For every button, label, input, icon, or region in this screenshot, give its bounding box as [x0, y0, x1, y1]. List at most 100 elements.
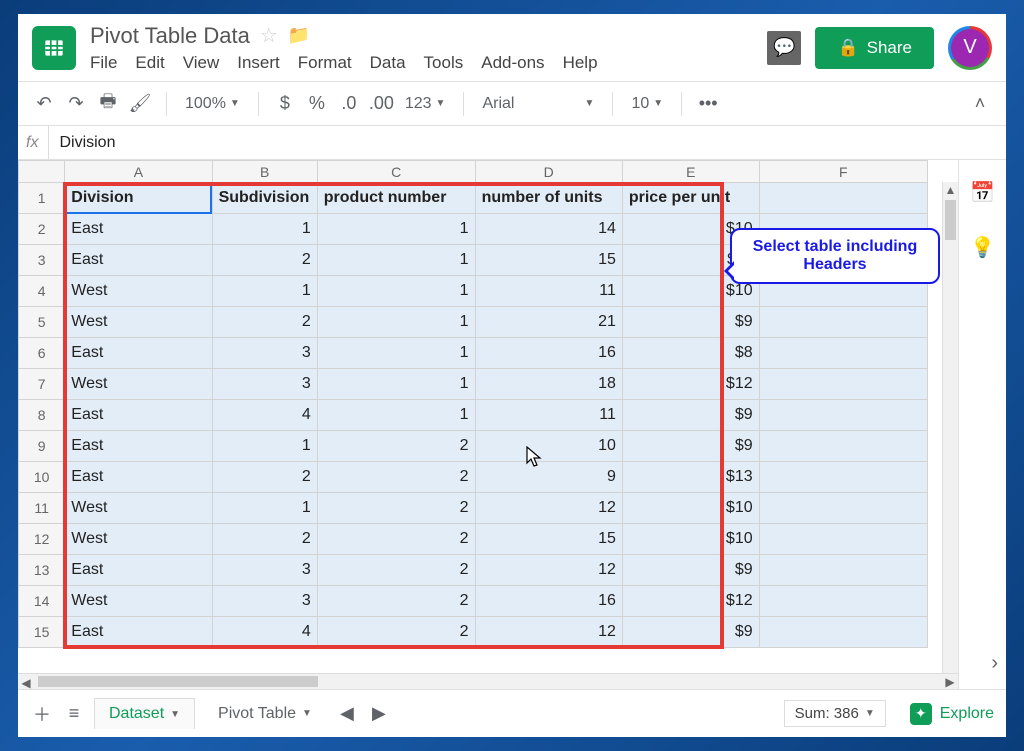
- cell[interactable]: [759, 555, 927, 586]
- row-header-4[interactable]: 4: [19, 276, 65, 307]
- row-header-6[interactable]: 6: [19, 338, 65, 369]
- menu-edit[interactable]: Edit: [135, 53, 164, 73]
- number-format-select[interactable]: 123▼: [401, 95, 450, 113]
- collapse-toolbar-button[interactable]: ˄: [968, 93, 992, 114]
- cell[interactable]: [759, 617, 927, 648]
- cell[interactable]: 11: [475, 276, 622, 307]
- cell[interactable]: East: [65, 462, 212, 493]
- fx-icon[interactable]: fx: [26, 134, 38, 152]
- row-header-3[interactable]: 3: [19, 245, 65, 276]
- cell[interactable]: 15: [475, 524, 622, 555]
- quick-sum-display[interactable]: Sum: 386▼: [784, 700, 886, 727]
- formula-input[interactable]: Division: [48, 126, 998, 159]
- column-header-E[interactable]: E: [622, 161, 759, 183]
- cell[interactable]: 2: [317, 555, 475, 586]
- cell[interactable]: West: [65, 307, 212, 338]
- cell[interactable]: Subdivision: [212, 183, 317, 214]
- calendar-icon[interactable]: 📅: [970, 180, 995, 205]
- cell[interactable]: East: [65, 431, 212, 462]
- font-size-select[interactable]: 10▼: [627, 95, 667, 113]
- row-header-15[interactable]: 15: [19, 617, 65, 648]
- row-header-7[interactable]: 7: [19, 369, 65, 400]
- vertical-scrollbar[interactable]: ▲▼: [942, 182, 958, 689]
- cell[interactable]: $8: [622, 338, 759, 369]
- menu-help[interactable]: Help: [563, 53, 598, 73]
- column-header-F[interactable]: F: [759, 161, 927, 183]
- cell[interactable]: [759, 183, 927, 214]
- cell[interactable]: [759, 431, 927, 462]
- next-sheet-button[interactable]: ▶: [367, 703, 391, 724]
- row-header-1[interactable]: 1: [19, 183, 65, 214]
- menu-insert[interactable]: Insert: [237, 53, 280, 73]
- cell[interactable]: [759, 400, 927, 431]
- cell[interactable]: $9: [622, 400, 759, 431]
- percent-button[interactable]: %: [305, 93, 329, 114]
- cell[interactable]: $9: [622, 617, 759, 648]
- column-header-B[interactable]: B: [212, 161, 317, 183]
- cell[interactable]: 12: [475, 617, 622, 648]
- horizontal-scrollbar[interactable]: ◀▶: [18, 673, 958, 689]
- cell[interactable]: [759, 307, 927, 338]
- sheet-tab-dataset[interactable]: Dataset▼: [94, 698, 195, 729]
- cell[interactable]: 2: [317, 493, 475, 524]
- row-header-12[interactable]: 12: [19, 524, 65, 555]
- row-header-5[interactable]: 5: [19, 307, 65, 338]
- row-header-2[interactable]: 2: [19, 214, 65, 245]
- prev-sheet-button[interactable]: ◀: [335, 703, 359, 724]
- cell[interactable]: 1: [212, 431, 317, 462]
- cell[interactable]: [759, 462, 927, 493]
- cell[interactable]: 1: [212, 276, 317, 307]
- star-icon[interactable]: ☆: [260, 23, 278, 48]
- cell[interactable]: 1: [317, 307, 475, 338]
- column-header-D[interactable]: D: [475, 161, 622, 183]
- cell[interactable]: 18: [475, 369, 622, 400]
- cell[interactable]: 2: [317, 462, 475, 493]
- cell[interactable]: 1: [212, 214, 317, 245]
- share-button[interactable]: 🔒 Share: [815, 27, 934, 69]
- print-button[interactable]: 🖶: [96, 89, 120, 119]
- cell[interactable]: 1: [317, 214, 475, 245]
- cell[interactable]: 3: [212, 369, 317, 400]
- cell[interactable]: West: [65, 586, 212, 617]
- spreadsheet-grid[interactable]: A B C D E F 1DivisionSubdivisionproduct …: [18, 160, 958, 689]
- explore-button[interactable]: ✦ Explore: [910, 703, 994, 725]
- cell[interactable]: 2: [317, 431, 475, 462]
- cell[interactable]: 16: [475, 586, 622, 617]
- redo-button[interactable]: ↷: [64, 93, 88, 114]
- font-select[interactable]: Arial▼: [478, 95, 598, 113]
- cell[interactable]: product number: [317, 183, 475, 214]
- cell[interactable]: [759, 493, 927, 524]
- cell[interactable]: East: [65, 245, 212, 276]
- cell[interactable]: 1: [317, 276, 475, 307]
- cell[interactable]: 12: [475, 493, 622, 524]
- cell[interactable]: 1: [317, 338, 475, 369]
- add-sheet-button[interactable]: ＋: [30, 701, 54, 727]
- cell[interactable]: $12: [622, 369, 759, 400]
- cell[interactable]: $10: [622, 524, 759, 555]
- cell[interactable]: West: [65, 369, 212, 400]
- cell[interactable]: [759, 524, 927, 555]
- column-header-A[interactable]: A: [65, 161, 212, 183]
- cell[interactable]: 12: [475, 555, 622, 586]
- cell[interactable]: 1: [212, 493, 317, 524]
- cell[interactable]: 2: [212, 524, 317, 555]
- select-all-corner[interactable]: [19, 161, 65, 183]
- cell[interactable]: 21: [475, 307, 622, 338]
- menu-format[interactable]: Format: [298, 53, 352, 73]
- undo-button[interactable]: ↶: [32, 93, 56, 114]
- menu-view[interactable]: View: [183, 53, 220, 73]
- cell[interactable]: East: [65, 617, 212, 648]
- cell[interactable]: 2: [212, 462, 317, 493]
- cell[interactable]: 1: [317, 369, 475, 400]
- cell[interactable]: Division: [65, 183, 212, 214]
- cell[interactable]: 3: [212, 555, 317, 586]
- cell[interactable]: 16: [475, 338, 622, 369]
- document-title[interactable]: Pivot Table Data: [90, 23, 250, 49]
- menu-tools[interactable]: Tools: [424, 53, 464, 73]
- increase-decimal-button[interactable]: .00: [369, 93, 393, 114]
- all-sheets-button[interactable]: ≡: [62, 703, 86, 724]
- cell[interactable]: $9: [622, 431, 759, 462]
- column-header-C[interactable]: C: [317, 161, 475, 183]
- account-avatar[interactable]: V: [948, 26, 992, 70]
- cell[interactable]: [759, 586, 927, 617]
